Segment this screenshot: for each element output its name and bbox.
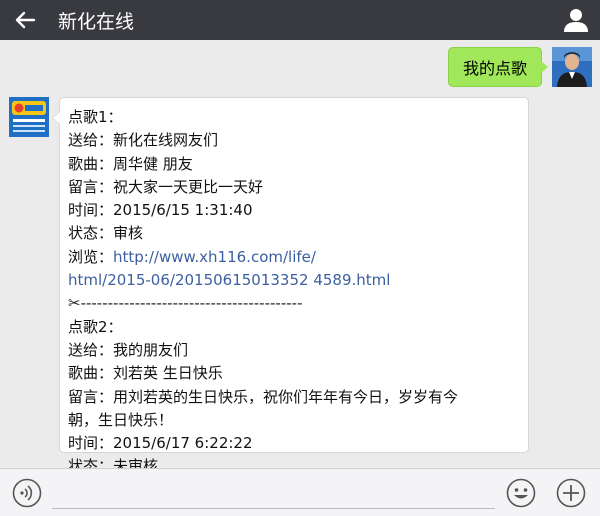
message-line: 送给：我的朋友们 bbox=[68, 340, 189, 359]
message-link-continued[interactable]: html/2015-06/20150615013352 4589.html bbox=[68, 269, 520, 292]
arrow-left-icon bbox=[15, 11, 36, 29]
message-line: 歌曲：刘若英 生日快乐 bbox=[68, 364, 223, 383]
message-line: 时间：2015/6/17 6:22:22 bbox=[68, 434, 253, 453]
message-line: 状态：未审核 bbox=[68, 457, 159, 468]
message-line: 点歌1： bbox=[68, 108, 123, 126]
input-bar bbox=[0, 468, 600, 516]
incoming-message-row: 点歌1： 送给：新化在线网友们 歌曲：周华健 朋友 留言：祝大家一天更比一天好 … bbox=[9, 97, 529, 468]
browse-label: 浏览： bbox=[68, 247, 114, 266]
message-link[interactable]: http://www.xh116.com/life/ bbox=[113, 248, 316, 266]
scissors-separator: ✂---------------------------------------… bbox=[68, 294, 303, 313]
user-avatar[interactable] bbox=[552, 47, 592, 87]
voice-icon bbox=[12, 478, 42, 508]
incoming-message-bubble[interactable]: 点歌1： 送给：新化在线网友们 歌曲：周华健 朋友 留言：祝大家一天更比一天好 … bbox=[52, 97, 529, 468]
back-button[interactable] bbox=[0, 0, 50, 40]
profile-button[interactable] bbox=[562, 6, 590, 34]
outgoing-message-text: 我的点歌 bbox=[462, 59, 527, 78]
outgoing-message-bubble[interactable]: 我的点歌 bbox=[447, 47, 549, 87]
top-bar: 新化在线 bbox=[0, 0, 600, 40]
message-line: 留言：用刘若英的生日快乐，祝你们年年有今日，岁岁有今 bbox=[68, 387, 459, 406]
user-photo bbox=[552, 47, 592, 87]
sender-avatar[interactable] bbox=[9, 97, 49, 137]
emoji-button[interactable] bbox=[506, 478, 536, 508]
message-line: 朝，生日快乐！ bbox=[68, 410, 174, 429]
message-line: 歌曲：周华健 朋友 bbox=[68, 154, 193, 173]
message-line: 状态：审核 bbox=[68, 224, 144, 243]
voice-button[interactable] bbox=[12, 478, 42, 508]
message-input[interactable] bbox=[52, 475, 495, 509]
emoji-icon bbox=[506, 478, 536, 508]
plus-icon bbox=[556, 478, 586, 508]
message-line: 留言：祝大家一天更比一天好 bbox=[68, 177, 264, 196]
chat-area[interactable]: 我的点歌 点歌1： 送给：新化在线网友们 歌曲：周华健 朋友 留言：祝大家一天更… bbox=[0, 40, 600, 468]
outgoing-message-row: 我的点歌 bbox=[447, 47, 592, 87]
browse-line: 浏览：http://www.xh116.com/life/ bbox=[68, 246, 520, 269]
xinhua-logo bbox=[9, 97, 49, 137]
more-button[interactable] bbox=[556, 478, 586, 508]
message-line: 时间：2015/6/15 1:31:40 bbox=[68, 201, 253, 220]
message-line: 送给：新化在线网友们 bbox=[68, 131, 219, 150]
message-line: 点歌2： bbox=[68, 317, 123, 336]
chat-title: 新化在线 bbox=[58, 10, 135, 33]
person-icon bbox=[564, 9, 588, 32]
